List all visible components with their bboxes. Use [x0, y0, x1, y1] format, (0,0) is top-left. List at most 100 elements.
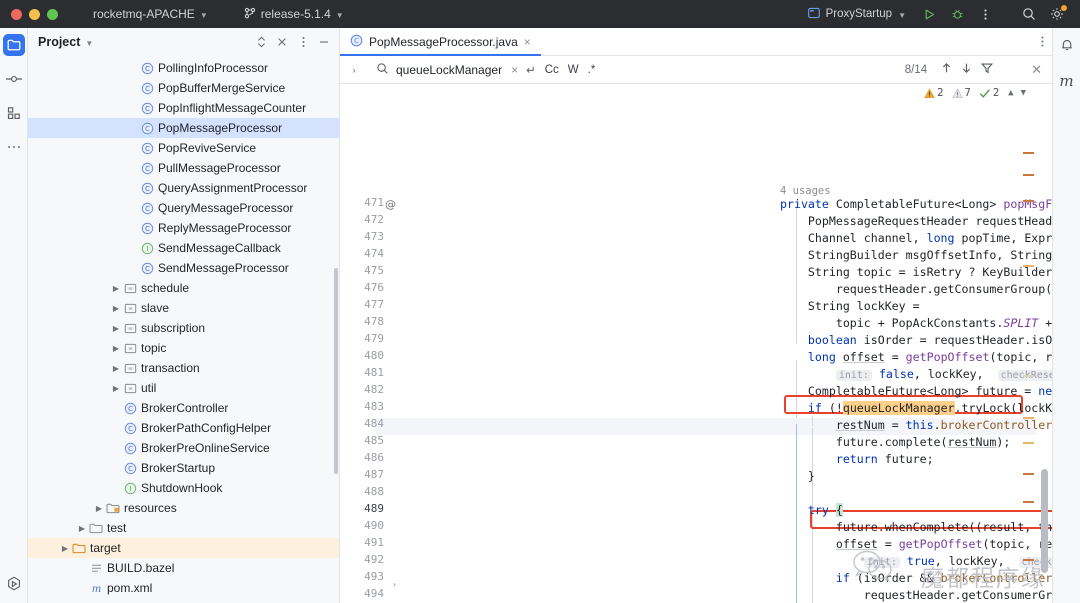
arrow-down-icon[interactable]	[961, 62, 972, 77]
run-configuration-selector[interactable]: ProxyStartup ▼	[800, 5, 914, 24]
override-gutter-icon[interactable]: @	[385, 198, 396, 211]
code-line-477[interactable]: String lockKey =	[780, 298, 920, 315]
clear-search-icon[interactable]: ×	[511, 63, 518, 77]
tree-item-brokerpathconfighelper[interactable]: ▶CBrokerPathConfigHelper	[28, 418, 339, 438]
line-number-488[interactable]: 488	[348, 485, 384, 498]
chevron-right-icon[interactable]: ▶	[93, 504, 105, 513]
tree-item-sendmessagecallback[interactable]: ▶ISendMessageCallback	[28, 238, 339, 258]
line-number-487[interactable]: 487	[348, 468, 384, 481]
line-number-481[interactable]: 481	[348, 366, 384, 379]
tree-item-querymessageprocessor[interactable]: ▶CQueryMessageProcessor	[28, 198, 339, 218]
code-line-493[interactable]: if (isOrder && brokerController.getConsu…	[780, 570, 1052, 587]
run-button[interactable]	[916, 3, 942, 25]
stripe-marker[interactable]	[1023, 501, 1034, 503]
line-number-476[interactable]: 476	[348, 281, 384, 294]
line-number-485[interactable]: 485	[348, 434, 384, 447]
editor-tab-popmessageprocessor[interactable]: C PopMessageProcessor.java ×	[340, 28, 541, 56]
tree-item-build-bazel[interactable]: ▶BUILD.bazel	[28, 558, 339, 578]
line-number-486[interactable]: 486	[348, 451, 384, 464]
tree-item-subscription[interactable]: ▶ subscription	[28, 318, 339, 338]
arrow-up-icon[interactable]	[941, 62, 952, 77]
code-line-489[interactable]: try {	[780, 502, 843, 519]
stripe-marker[interactable]	[1023, 152, 1034, 154]
chevron-right-icon[interactable]: ▶	[59, 544, 71, 553]
line-number-474[interactable]: 474	[348, 247, 384, 260]
settings-button[interactable]	[1044, 3, 1070, 25]
stripe-marker[interactable]	[1023, 375, 1034, 377]
tree-item-replymessageprocessor[interactable]: ▶CReplyMessageProcessor	[28, 218, 339, 238]
stripe-marker[interactable]	[1023, 265, 1034, 267]
tree-item-sendmessageprocessor[interactable]: ▶CSendMessageProcessor	[28, 258, 339, 278]
line-number-492[interactable]: 492	[348, 553, 384, 566]
chevron-up-icon[interactable]: ▲	[1008, 88, 1013, 98]
chevron-right-icon[interactable]: ▶	[76, 524, 88, 533]
code-line-478[interactable]: topic + PopAckConstants.SPLIT + requestH…	[780, 315, 1052, 332]
tree-item-popinflightmessagecounter[interactable]: ▶CPopInflightMessageCounter	[28, 98, 339, 118]
code-line-471[interactable]: private CompletableFuture<Long> popMsgFr…	[780, 196, 1052, 213]
line-number-489[interactable]: 489	[348, 502, 384, 515]
line-number-471[interactable]: 471	[348, 196, 384, 209]
window-controls[interactable]	[0, 8, 68, 20]
notifications-button[interactable]	[1056, 35, 1078, 55]
stripe-marker[interactable]	[1023, 417, 1034, 419]
editor-vertical-scrollbar[interactable]	[1041, 469, 1048, 573]
line-number-475[interactable]: 475	[348, 264, 384, 277]
sidebar-item-run[interactable]	[3, 573, 25, 595]
code-line-473[interactable]: Channel channel, long popTime, Expressio…	[780, 230, 1052, 247]
close-icon[interactable]: ×	[524, 35, 531, 49]
code-line-490[interactable]: future.whenComplete((result, throwable) …	[780, 519, 1052, 536]
debug-button[interactable]	[944, 3, 970, 25]
regex-toggle[interactable]: .*	[588, 64, 596, 76]
close-icon[interactable]	[273, 33, 291, 51]
tree-item-schedule[interactable]: ▶ schedule	[28, 278, 339, 298]
tree-item-test[interactable]: ▶ test	[28, 518, 339, 538]
chevron-right-icon[interactable]: ▶	[110, 304, 122, 313]
stripe-marker[interactable]	[1023, 559, 1034, 561]
tree-item-popreviveservice[interactable]: ▶CPopReviveService	[28, 138, 339, 158]
sidebar-item-commit[interactable]	[3, 68, 25, 90]
sidebar-item-more[interactable]	[3, 136, 25, 158]
tree-item-brokerpreonlineservice[interactable]: ▶CBrokerPreOnlineService	[28, 438, 339, 458]
tree-item-brokercontroller[interactable]: ▶CBrokerController	[28, 398, 339, 418]
close-find-bar-button[interactable]: ✕	[1031, 62, 1052, 78]
code-line-482[interactable]: CompletableFuture<Long> future = new Com…	[780, 383, 1052, 400]
code-line-479[interactable]: boolean isOrder = requestHeader.isOrder(…	[780, 332, 1052, 349]
minimize-window-button[interactable]	[29, 8, 40, 20]
line-number-494[interactable]: 494	[348, 587, 384, 600]
line-number-478[interactable]: 478	[348, 315, 384, 328]
line-number-484[interactable]: 484	[348, 417, 384, 430]
code-line-487[interactable]: }	[780, 468, 815, 485]
tree-item-pom-xml[interactable]: ▶mpom.xml	[28, 578, 339, 598]
tree-item-popbuffermergeservice[interactable]: ▶CPopBufferMergeService	[28, 78, 339, 98]
code-line-485[interactable]: future.complete(restNum);	[780, 434, 1011, 451]
code-editor[interactable]: 2 7 2 ▲ ▼ @ › 4 usages 471 472 473 474 4…	[340, 84, 1052, 603]
code-line-480[interactable]: long offset = getPopOffset(topic, reques…	[780, 349, 1052, 366]
line-number-482[interactable]: 482	[348, 383, 384, 396]
stripe-marker[interactable]	[1023, 473, 1034, 475]
code-line-491[interactable]: offset = getPopOffset(topic, requestHead…	[780, 536, 1052, 553]
code-line-474[interactable]: StringBuilder msgOffsetInfo, StringBuild…	[780, 247, 1052, 264]
tree-item-queryassignmentprocessor[interactable]: ▶CQueryAssignmentProcessor	[28, 178, 339, 198]
chevron-down-icon[interactable]: ▼	[1021, 88, 1026, 98]
search-newline-icon[interactable]: ↵	[526, 63, 536, 77]
maven-tool-window-button[interactable]: m	[1056, 71, 1078, 91]
sidebar-item-project[interactable]	[2, 34, 25, 56]
chevron-right-icon[interactable]: ▶	[110, 384, 122, 393]
code-line-476[interactable]: requestHeader.getConsumerGroup()) : requ…	[780, 281, 1052, 298]
code-line-484[interactable]: restNum = this.brokerController.getMessa…	[780, 417, 1052, 434]
tree-item-util[interactable]: ▶ util	[28, 378, 339, 398]
more-actions-button[interactable]	[972, 3, 998, 25]
code-line-483[interactable]: if (!queueLockManager.tryLock(lockKey)) …	[780, 400, 1052, 417]
close-window-button[interactable]	[11, 8, 22, 20]
search-everywhere-button[interactable]	[1016, 3, 1042, 25]
tree-item-pullmessageprocessor[interactable]: ▶CPullMessageProcessor	[28, 158, 339, 178]
stripe-marker[interactable]	[1023, 200, 1034, 202]
line-number-491[interactable]: 491	[348, 536, 384, 549]
tree-item-topic[interactable]: ▶ topic	[28, 338, 339, 358]
line-number-483[interactable]: 483	[348, 400, 384, 413]
line-number-479[interactable]: 479	[348, 332, 384, 345]
code-line-486[interactable]: return future;	[780, 451, 934, 468]
tree-item-transaction[interactable]: ▶ transaction	[28, 358, 339, 378]
tree-item-resources[interactable]: ▶ resources	[28, 498, 339, 518]
sidebar-item-structure[interactable]	[3, 102, 25, 124]
